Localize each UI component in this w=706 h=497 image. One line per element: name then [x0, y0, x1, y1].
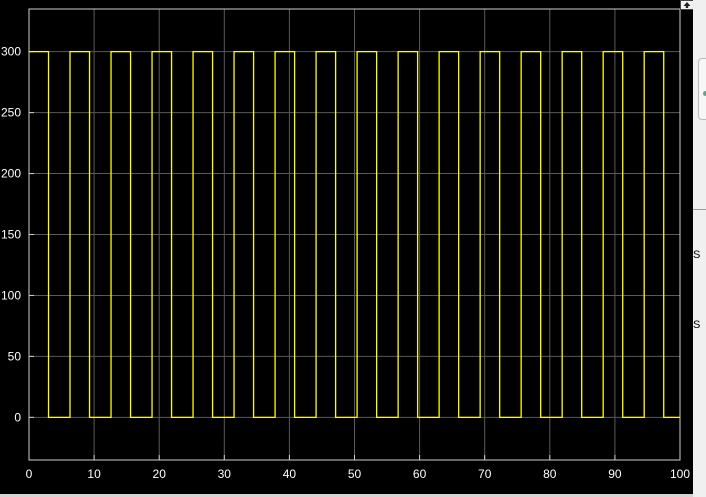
y-tick-label: 100 — [1, 288, 21, 302]
expand-icon — [683, 2, 691, 8]
scope-plot: 0 10 20 30 40 50 60 70 80 90 100 0 50 100 150 200 250 30… — [0, 0, 693, 494]
expand-axes-button[interactable] — [680, 0, 694, 10]
side-panel-box — [698, 58, 706, 120]
y-tick-label: 0 — [14, 410, 21, 424]
y-tick-label: 50 — [8, 349, 22, 363]
x-tick-label: 100 — [670, 467, 690, 481]
x-tick-label: 90 — [608, 467, 622, 481]
y-tick-label: 150 — [1, 228, 21, 242]
x-tick-label: 60 — [413, 467, 427, 481]
y-tick-label: 250 — [1, 106, 21, 120]
right-side-panel: S S — [693, 0, 706, 497]
x-tick-label: 30 — [218, 467, 232, 481]
x-tick-label: 20 — [153, 467, 167, 481]
y-tick-label: 300 — [1, 45, 21, 59]
x-tick-label: 40 — [283, 467, 297, 481]
x-tick-label: 70 — [478, 467, 492, 481]
side-panel-text-1: S — [693, 249, 701, 261]
x-tick-label: 50 — [348, 467, 362, 481]
y-tick-label: 200 — [1, 167, 21, 181]
figure-background — [0, 0, 693, 494]
side-panel-divider — [693, 209, 706, 210]
side-panel-text-2: S — [693, 319, 701, 331]
x-tick-label: 0 — [26, 467, 33, 481]
x-tick-label: 10 — [87, 467, 101, 481]
x-tick-label: 80 — [543, 467, 557, 481]
